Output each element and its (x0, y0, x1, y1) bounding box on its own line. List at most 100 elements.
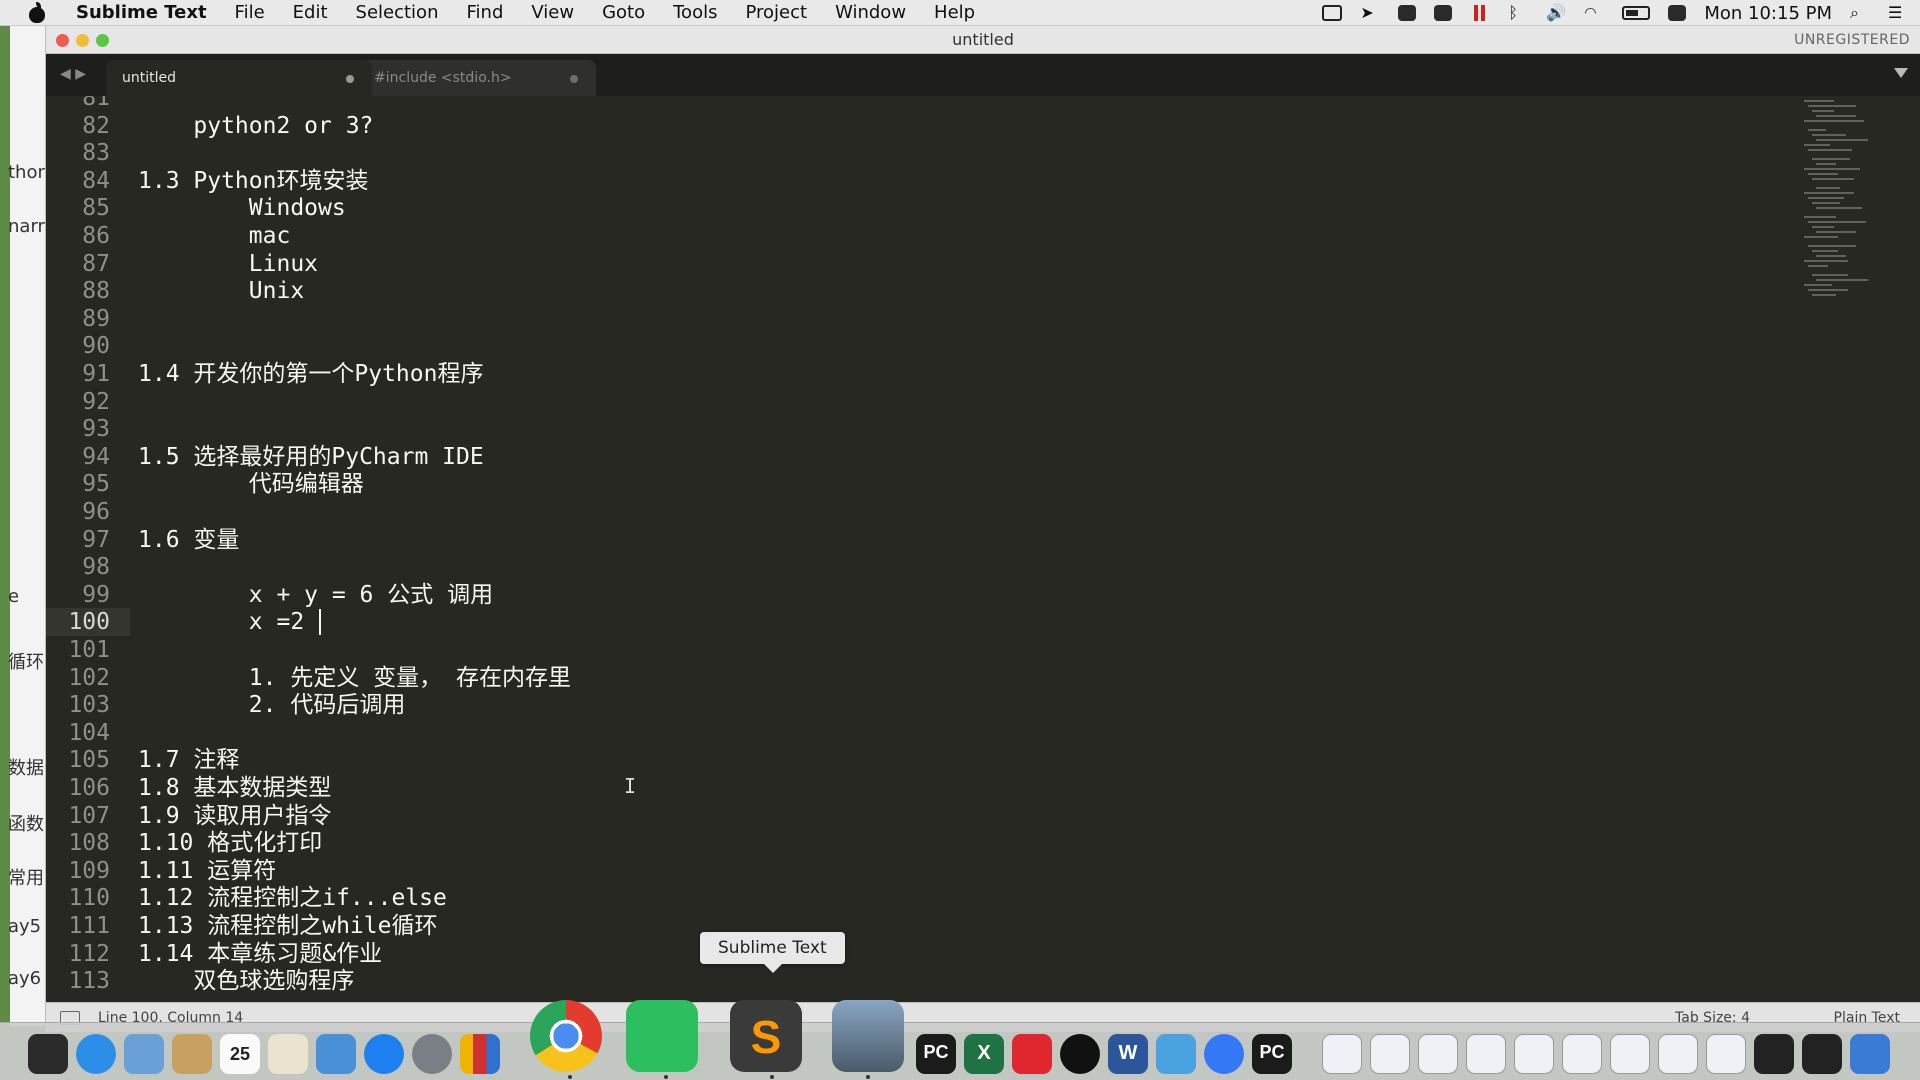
editor-line[interactable]: 113 双色球选购程序 (46, 967, 1746, 995)
pycharm-icon[interactable]: PC (1252, 1034, 1292, 1074)
window-titlebar[interactable]: untitled UNREGISTERED (46, 26, 1920, 54)
editor-line[interactable]: 84 1.3 Python环境安装 (46, 167, 1746, 195)
editor-line[interactable]: 102 1. 先定义 变量， 存在内存里 (46, 664, 1746, 692)
minimized-window-icon[interactable] (1370, 1034, 1410, 1074)
minimap[interactable] (1800, 96, 1920, 1002)
remote-desktop-icon[interactable] (1156, 1034, 1196, 1074)
minimized-window-icon[interactable] (1610, 1034, 1650, 1074)
tab-include-stdio[interactable]: #include <stdio.h> (336, 60, 596, 96)
word-icon[interactable]: W (1108, 1034, 1148, 1074)
numbers-icon[interactable] (460, 1034, 500, 1074)
editor-line[interactable]: 101 (46, 636, 1746, 664)
excel-icon[interactable]: X (964, 1034, 1004, 1074)
input-method-icon[interactable] (1668, 5, 1687, 21)
editor-line[interactable]: 88 Unix (46, 277, 1746, 305)
menu-find[interactable]: Find (452, 2, 517, 23)
menu-tools[interactable]: Tools (659, 2, 731, 23)
apple-logo-icon[interactable] (26, 1, 48, 24)
menu-selection[interactable]: Selection (342, 2, 453, 23)
editor-line[interactable]: 90 (46, 332, 1746, 360)
editor-line[interactable]: 98 (46, 553, 1746, 581)
minimized-window-icon[interactable] (1418, 1034, 1458, 1074)
menu-project[interactable]: Project (731, 2, 821, 23)
editor-line[interactable]: 111 1.13 流程控制之while循环 (46, 912, 1746, 940)
evernote-icon[interactable] (626, 1000, 698, 1072)
tab-list-dropdown-icon[interactable] (1894, 68, 1908, 78)
keynote-icon[interactable] (316, 1034, 356, 1074)
minimized-window-icon[interactable] (1706, 1034, 1746, 1074)
editor-line[interactable]: 97 1.6 变量 (46, 526, 1746, 554)
calendar-icon[interactable]: 25 (220, 1034, 260, 1074)
app-tray-icon[interactable] (1434, 5, 1453, 21)
parallels-tray-icon[interactable] (1470, 5, 1490, 21)
editor-line[interactable]: 89 (46, 305, 1746, 333)
menu-help[interactable]: Help (920, 2, 989, 23)
minimized-window-icon[interactable] (1802, 1034, 1842, 1074)
app-store-icon[interactable] (364, 1034, 404, 1074)
editor-line[interactable]: 109 1.11 运算符 (46, 857, 1746, 885)
screen-record-icon[interactable] (1322, 5, 1343, 21)
tab-untitled[interactable]: untitled (106, 60, 372, 96)
menu-app-name[interactable]: Sublime Text (70, 2, 221, 23)
editor-line[interactable]: 108 1.10 格式化打印 (46, 829, 1746, 857)
editor-area[interactable]: 81 82 python2 or 3? 83 84 1.3 Python环境安装 85 W… (46, 96, 1920, 1002)
minimized-window-icon[interactable] (1466, 1034, 1506, 1074)
editor-line[interactable]: 96 (46, 498, 1746, 526)
evernote-tray-icon[interactable] (1398, 5, 1417, 21)
editor-line[interactable]: 105 1.7 注释 (46, 746, 1746, 774)
minimized-window-icon[interactable] (1322, 1034, 1362, 1074)
editor-line[interactable]: 81 (46, 96, 1746, 112)
minimized-window-icon[interactable] (1850, 1034, 1890, 1074)
preview-icon[interactable] (268, 1034, 308, 1074)
minimized-window-icon[interactable] (1562, 1034, 1602, 1074)
editor-line[interactable]: 94 1.5 选择最好用的PyCharm IDE (46, 443, 1746, 471)
editor-line[interactable]: 104 (46, 719, 1746, 747)
system-preferences-icon[interactable] (412, 1034, 452, 1074)
editor-line[interactable]: 107 1.9 读取用户指令 (46, 802, 1746, 830)
editor-line[interactable]: 106 1.8 基本数据类型 (46, 774, 1746, 802)
volume-icon[interactable]: 🔊 (1546, 5, 1566, 21)
minimized-window-icon[interactable] (1658, 1034, 1698, 1074)
editor-line[interactable]: 100 x =2 (46, 608, 1746, 636)
minimized-window-icon[interactable] (1514, 1034, 1554, 1074)
xmind-icon[interactable] (1012, 1034, 1052, 1074)
bluetooth-icon[interactable]: ᛒ (1508, 5, 1528, 21)
editor-line[interactable]: 110 1.12 流程控制之if...else (46, 884, 1746, 912)
editor-line[interactable]: 95 代码编辑器 (46, 470, 1746, 498)
editor-line[interactable]: 103 2. 代码后调用 (46, 691, 1746, 719)
spotlight-search-icon[interactable]: ⌕ (1850, 5, 1870, 21)
chrome-icon[interactable] (530, 1000, 602, 1072)
unsaved-dot-icon[interactable] (346, 75, 354, 83)
editor-line[interactable]: 83 (46, 139, 1746, 167)
notes-icon[interactable] (172, 1034, 212, 1074)
pycharm-icon[interactable]: PC (916, 1034, 956, 1074)
editor-line[interactable]: 92 (46, 388, 1746, 416)
image-capture-icon[interactable] (832, 1000, 904, 1072)
editor-line[interactable]: 91 1.4 开发你的第一个Python程序 (46, 360, 1746, 388)
editor-line[interactable]: 82 python2 or 3? (46, 112, 1746, 140)
menubar-clock[interactable]: Mon 10:15 PM (1704, 3, 1832, 24)
sublime-text-icon[interactable]: S (730, 1000, 802, 1072)
editor-line[interactable]: 85 Windows (46, 194, 1746, 222)
tab-navigation-arrows-icon[interactable]: ◀ ▶ (60, 66, 86, 82)
editor-line[interactable]: 99 x + y = 6 公式 调用 (46, 581, 1746, 609)
battery-icon[interactable] (1622, 6, 1651, 20)
unsaved-dot-icon[interactable] (570, 75, 578, 83)
notification-center-icon[interactable]: ☰ (1888, 5, 1908, 21)
mail-icon[interactable] (124, 1034, 164, 1074)
menu-edit[interactable]: Edit (279, 2, 342, 23)
wifi-icon[interactable]: ◠ (1584, 5, 1604, 21)
minimized-window-icon[interactable] (1754, 1034, 1794, 1074)
send-icon[interactable]: ➤ (1360, 5, 1380, 21)
editor-line[interactable]: 87 Linux (46, 250, 1746, 278)
menu-window[interactable]: Window (821, 2, 920, 23)
finder-helper-icon[interactable] (1204, 1034, 1244, 1074)
qq-icon[interactable] (1060, 1034, 1100, 1074)
menu-goto[interactable]: Goto (588, 2, 659, 23)
terminal-icon[interactable] (28, 1034, 68, 1074)
editor-line[interactable]: 112 1.14 本章练习题&作业 (46, 940, 1746, 968)
menu-view[interactable]: View (517, 2, 588, 23)
editor-line[interactable]: 86 mac (46, 222, 1746, 250)
editor-line[interactable]: 93 (46, 415, 1746, 443)
menu-file[interactable]: File (221, 2, 279, 23)
